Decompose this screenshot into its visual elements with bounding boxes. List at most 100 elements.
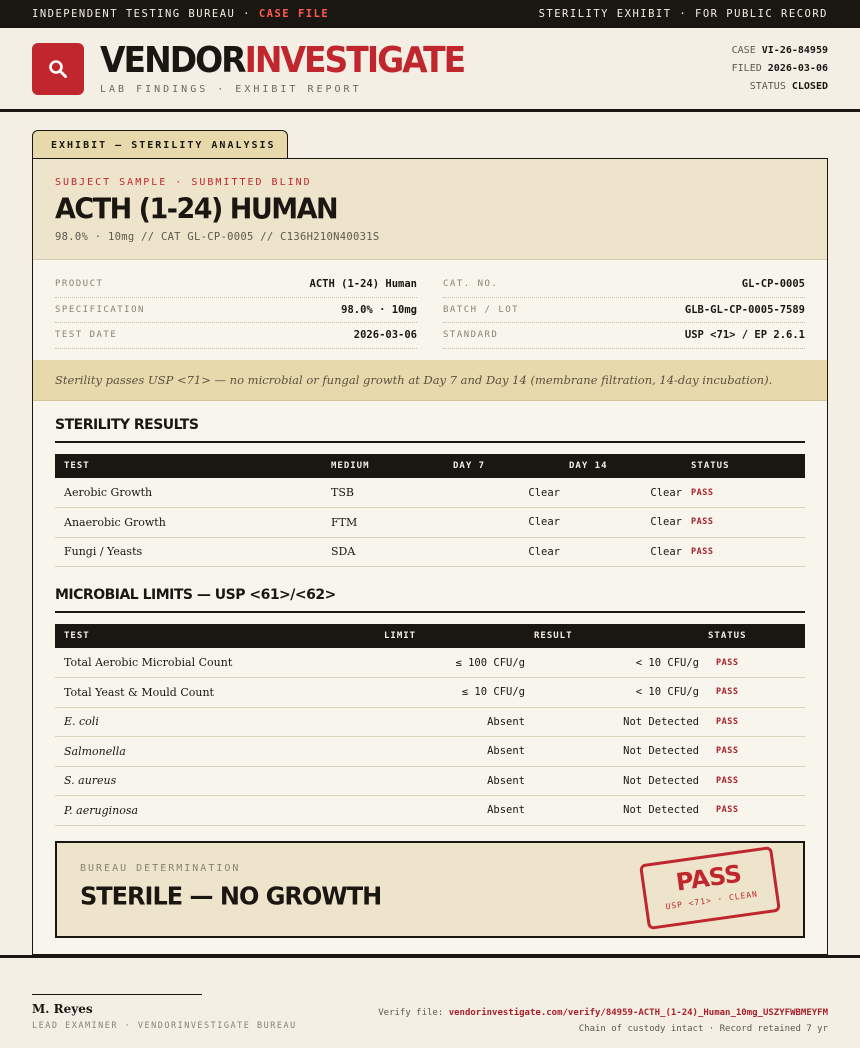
brand-part-1: VENDOR xyxy=(100,37,247,81)
info-key: PRODUCT xyxy=(55,279,104,290)
table-row: Total Yeast & Mould Count ≤ 10 CFU/g < 1… xyxy=(55,677,805,708)
limit: Absent xyxy=(375,707,525,737)
brand-title: VENDORINVESTIGATE xyxy=(100,37,467,81)
info-value: USP <71> / EP 2.6.1 xyxy=(684,329,805,342)
test-name: Fungi / Yeasts xyxy=(55,537,322,567)
info-row-product: PRODUCT ACTH (1-24) Human xyxy=(55,272,417,298)
status-badge: PASS xyxy=(699,795,805,826)
case-number: VI-26-84959 xyxy=(761,44,828,56)
day14-result: Clear xyxy=(560,478,682,508)
info-value: ACTH (1-24) Human xyxy=(309,278,417,291)
brand-subtitle: LAB FINDINGS · EXHIBIT REPORT xyxy=(100,83,362,95)
footer-divider xyxy=(0,955,860,958)
test-name: P. aeruginosa xyxy=(55,795,375,826)
case-meta: CASE VI-26-84959 FILED 2026-03-06 STATUS… xyxy=(732,42,828,96)
verify-block: Verify file: vendorinvestigate.com/verif… xyxy=(378,1005,828,1037)
signer-name: M. Reyes xyxy=(32,1002,93,1016)
status-label: STATUS xyxy=(749,80,786,92)
info-key: SPECIFICATION xyxy=(55,304,145,315)
limit: ≤ 10 CFU/g xyxy=(375,677,525,708)
info-row-standard: STANDARD USP <71> / EP 2.6.1 xyxy=(443,323,805,349)
subject-label: SUBJECT SAMPLE · SUBMITTED BLIND xyxy=(55,177,312,188)
limit: Absent xyxy=(375,736,525,767)
day7-result: Clear xyxy=(444,478,560,508)
column-header: STATUS xyxy=(708,631,747,641)
exhibit-tab[interactable]: EXHIBIT — STERILITY ANALYSIS xyxy=(32,130,288,159)
microbial-header-row: TEST LIMIT RESULT STATUS xyxy=(55,624,805,648)
table-row: P. aeruginosa Absent Not Detected PASS xyxy=(55,795,805,826)
result: Not Detected xyxy=(525,707,699,737)
logo[interactable] xyxy=(32,42,84,95)
info-value: GL-CP-0005 xyxy=(741,278,805,291)
filed-row: FILED 2026-03-06 xyxy=(732,60,828,78)
info-value: 98.0% · 10mg xyxy=(341,303,417,316)
case-status: CLOSED xyxy=(791,80,828,92)
limit: Absent xyxy=(375,795,525,826)
verify-link[interactable]: vendorinvestigate.com/verify/84959-ACTH_… xyxy=(449,1008,828,1018)
column-header: LIMIT xyxy=(384,631,417,641)
column-header: STATUS xyxy=(691,461,730,471)
sterility-header-row: TEST MEDIUM DAY 7 DAY 14 STATUS xyxy=(55,454,805,478)
status-badge: PASS xyxy=(682,537,805,567)
subject-spec: 98.0% · 10mg // CAT GL-CP-0005 // C136H2… xyxy=(55,231,380,243)
info-row-cat-no: CAT. NO. GL-CP-0005 xyxy=(443,272,805,298)
result: Not Detected xyxy=(525,795,699,826)
test-name: Anaerobic Growth xyxy=(55,507,322,538)
sterility-section: STERILITY RESULTS TEST MEDIUM DAY 7 DAY … xyxy=(33,417,827,567)
status-row: STATUS CLOSED xyxy=(732,78,828,96)
info-value: 2026-03-06 xyxy=(353,329,417,342)
signer-role: LEAD EXAMINER · VENDORINVESTIGATE BUREAU xyxy=(32,1021,297,1031)
magnifier-icon xyxy=(49,59,67,78)
status-badge: PASS xyxy=(682,507,805,538)
result: < 10 CFU/g xyxy=(525,677,699,708)
header: VENDORINVESTIGATE LAB FINDINGS · EXHIBIT… xyxy=(0,28,860,112)
brand-part-2: INVESTIGATE xyxy=(244,37,467,81)
sterility-table: TEST MEDIUM DAY 7 DAY 14 STATUS Aerobic … xyxy=(55,454,805,567)
column-header: RESULT xyxy=(534,631,573,641)
table-row: Total Aerobic Microbial Count ≤ 100 CFU/… xyxy=(55,648,805,678)
custody-note: Chain of custody intact · Record retaine… xyxy=(578,1024,828,1034)
test-name: Total Yeast & Mould Count xyxy=(55,677,375,708)
info-row-test-date: TEST DATE 2026-03-06 xyxy=(55,323,417,349)
status-badge: PASS xyxy=(682,478,805,508)
subject-title: ACTH (1-24) HUMAN xyxy=(55,193,339,226)
table-row: S. aureus Absent Not Detected PASS xyxy=(55,766,805,796)
status-badge: PASS xyxy=(699,677,805,708)
filed-date: 2026-03-06 xyxy=(767,62,828,74)
case-number-row: CASE VI-26-84959 xyxy=(732,42,828,60)
result: Not Detected xyxy=(525,736,699,767)
case-label: CASE xyxy=(731,44,756,56)
test-name: Aerobic Growth xyxy=(55,478,322,508)
microbial-table: TEST LIMIT RESULT STATUS Total Aerobic M… xyxy=(55,624,805,826)
microbial-title: MICROBIAL LIMITS — USP <61>/<62> xyxy=(55,587,805,613)
filed-label: FILED xyxy=(731,62,762,74)
info-key: BATCH / LOT xyxy=(443,304,520,315)
subject-block: SUBJECT SAMPLE · SUBMITTED BLIND ACTH (1… xyxy=(33,159,827,260)
column-header: DAY 14 xyxy=(569,461,608,471)
column-header: MEDIUM xyxy=(331,461,370,471)
bureau-determination: BUREAU DETERMINATION STERILE — NO GROWTH… xyxy=(55,841,805,938)
info-column-left: PRODUCT ACTH (1-24) Human SPECIFICATION … xyxy=(55,272,417,350)
status-badge: PASS xyxy=(699,707,805,737)
table-row: Anaerobic Growth FTM Clear Clear PASS xyxy=(55,507,805,538)
day14-result: Clear xyxy=(560,537,682,567)
info-row-specification: SPECIFICATION 98.0% · 10mg xyxy=(55,298,417,323)
table-row: E. coli Absent Not Detected PASS xyxy=(55,707,805,737)
medium: FTM xyxy=(322,507,444,538)
info-value: GLB-GL-CP-0005-7589 xyxy=(684,303,805,316)
test-name: S. aureus xyxy=(55,766,375,796)
top-bar: INDEPENDENT TESTING BUREAU · CASE FILE S… xyxy=(0,0,860,28)
bureau-label: INDEPENDENT TESTING BUREAU · xyxy=(32,8,252,20)
top-bar-right: STERILITY EXHIBIT · FOR PUBLIC RECORD xyxy=(538,8,828,20)
info-row-batch-lot: BATCH / LOT GLB-GL-CP-0005-7589 xyxy=(443,298,805,323)
day14-result: Clear xyxy=(560,507,682,538)
sterility-title: STERILITY RESULTS xyxy=(55,417,805,443)
summary-note: Sterility passes USP <71> — no microbial… xyxy=(33,360,827,401)
signature-line xyxy=(32,994,202,995)
info-key: CAT. NO. xyxy=(443,279,499,290)
top-bar-left: INDEPENDENT TESTING BUREAU · CASE FILE xyxy=(32,8,329,20)
brand: VENDORINVESTIGATE LAB FINDINGS · EXHIBIT… xyxy=(32,37,467,95)
pass-stamp: PASS USP <71> · CLEAN xyxy=(639,845,781,931)
test-name: E. coli xyxy=(55,707,375,737)
result: < 10 CFU/g xyxy=(525,648,699,678)
